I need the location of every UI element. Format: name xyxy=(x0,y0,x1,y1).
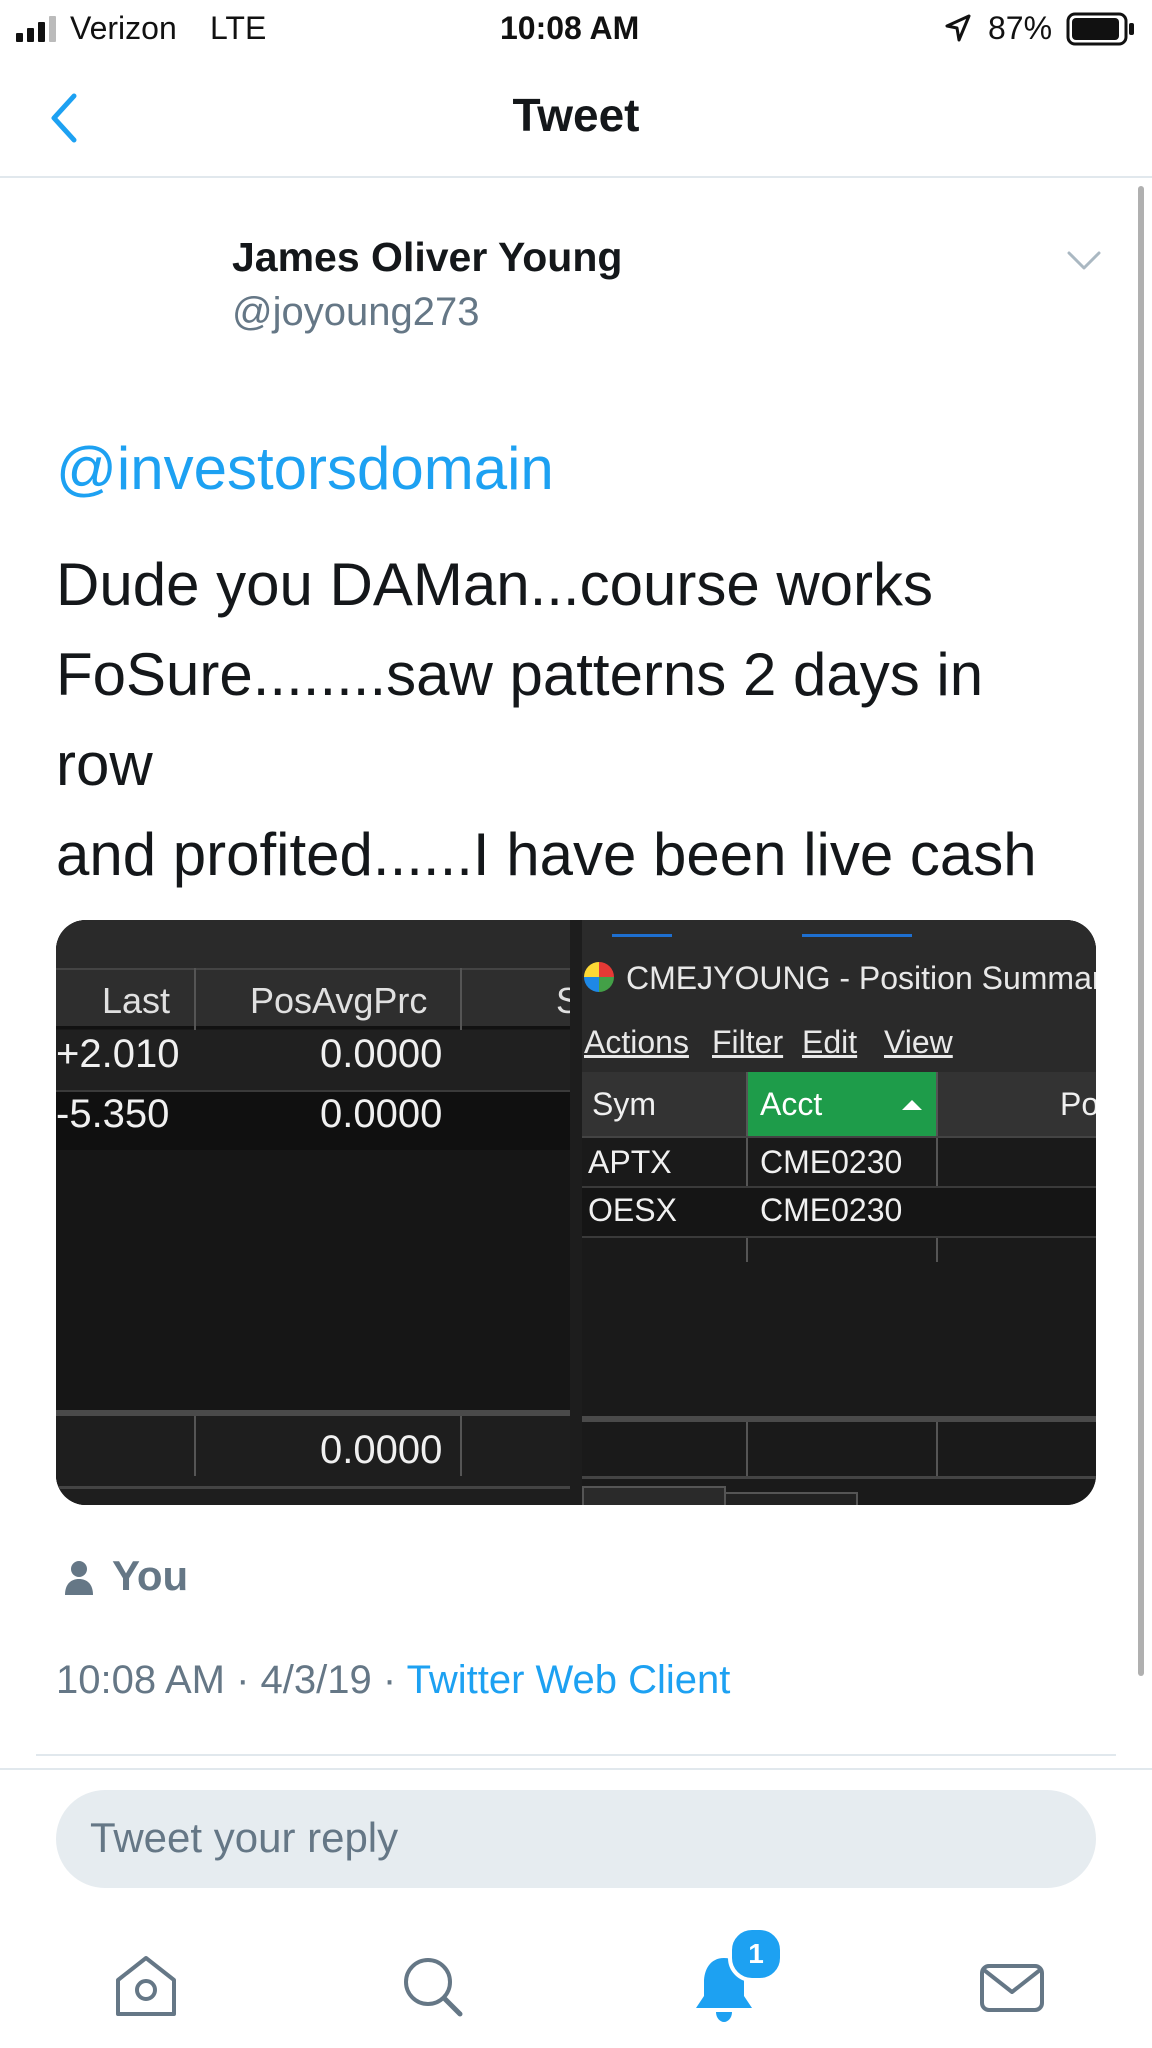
last-value: -5.350 xyxy=(56,1092,170,1136)
home-icon xyxy=(116,1956,176,2016)
col-header-last: Last xyxy=(102,980,171,1021)
scrollbar[interactable] xyxy=(1138,186,1144,1676)
battery-icon xyxy=(1066,12,1136,46)
acct-cell: CME0230 xyxy=(760,1192,903,1228)
attribution-label: You xyxy=(112,1552,189,1599)
media-image-left[interactable]: Last PosAvgPrc S +2.010 0.0000 -5.350 0.… xyxy=(56,920,570,1505)
tab-messages[interactable] xyxy=(974,1950,1050,2026)
signal-icon xyxy=(16,16,62,42)
app-logo-icon xyxy=(582,960,616,994)
reply-input[interactable]: Tweet your reply xyxy=(56,1790,1096,1888)
search-icon xyxy=(404,1958,463,2017)
carrier-label: Verizon xyxy=(70,10,177,46)
menu-edit: Edit xyxy=(802,1024,858,1060)
acct-cell: CME0230 xyxy=(760,1144,903,1180)
menu-actions: Actions xyxy=(584,1024,689,1060)
tab-search[interactable] xyxy=(396,1950,472,2026)
tab-home[interactable] xyxy=(108,1950,184,2026)
tweet-text-line: Dude you DAMan...course works xyxy=(56,551,934,618)
mention-link[interactable]: @investorsdomain xyxy=(56,434,554,503)
page-title: Tweet xyxy=(512,89,640,141)
tweet-meta: 10:08 AM · 4/3/19 · Twitter Web Client xyxy=(56,1658,730,1703)
chevron-down-icon[interactable] xyxy=(1066,250,1102,272)
total-value: 0.0000 xyxy=(320,1428,443,1472)
messages-icon xyxy=(980,1964,1044,2012)
col-header-po: Po xyxy=(1060,1086,1096,1122)
author-handle[interactable]: @joyoung273 xyxy=(232,290,479,335)
tweet-text-line: and profited......I have been live cash xyxy=(56,821,1037,888)
status-bar: Verizon LTE 10:08 AM 87% xyxy=(0,0,1152,60)
avatar[interactable] xyxy=(56,226,180,350)
reply-placeholder: Tweet your reply xyxy=(90,1814,399,1861)
col-header-s: S xyxy=(556,980,570,1021)
media-image-right[interactable]: CMEJYOUNG - Position Summary Actions Fil… xyxy=(582,920,1096,1505)
tweet-text-line: FoSure........saw patterns 2 days in row xyxy=(56,641,984,798)
col-header-posavgprc: PosAvgPrc xyxy=(250,980,428,1021)
menu-filter: Filter xyxy=(712,1024,784,1060)
tab-summary xyxy=(724,1492,858,1505)
tweet-media[interactable]: Last PosAvgPrc S +2.010 0.0000 -5.350 0.… xyxy=(56,920,1096,1505)
battery-percent: 87% xyxy=(988,10,1053,46)
last-value: +2.010 xyxy=(56,1032,180,1076)
reply-divider xyxy=(0,1768,1152,1770)
meta-divider xyxy=(36,1754,1116,1756)
network-label: LTE xyxy=(210,10,267,46)
notification-badge: 1 xyxy=(728,1926,784,1982)
menu-view: View xyxy=(884,1024,953,1060)
clock: 10:08 AM xyxy=(500,10,640,46)
source-link[interactable]: Twitter Web Client xyxy=(407,1658,731,1702)
col-header-sym: Sym xyxy=(592,1086,656,1122)
col-header-acct: Acct xyxy=(760,1086,823,1122)
location-icon xyxy=(945,14,971,42)
nav-divider xyxy=(0,176,1152,178)
author-name[interactable]: James Oliver Young xyxy=(232,234,622,281)
sort-ascending-icon xyxy=(900,1098,924,1112)
posavgprc-value: 0.0000 xyxy=(320,1032,443,1076)
sym-cell: OESX xyxy=(588,1192,677,1228)
timestamp: 10:08 AM · 4/3/19 · xyxy=(56,1658,407,1702)
person-icon xyxy=(64,1560,94,1596)
window-title: CMEJYOUNG - Position Summary xyxy=(626,960,1096,996)
sym-cell: APTX xyxy=(588,1144,672,1180)
tab-position xyxy=(582,1486,726,1505)
posavgprc-value: 0.0000 xyxy=(320,1092,443,1136)
